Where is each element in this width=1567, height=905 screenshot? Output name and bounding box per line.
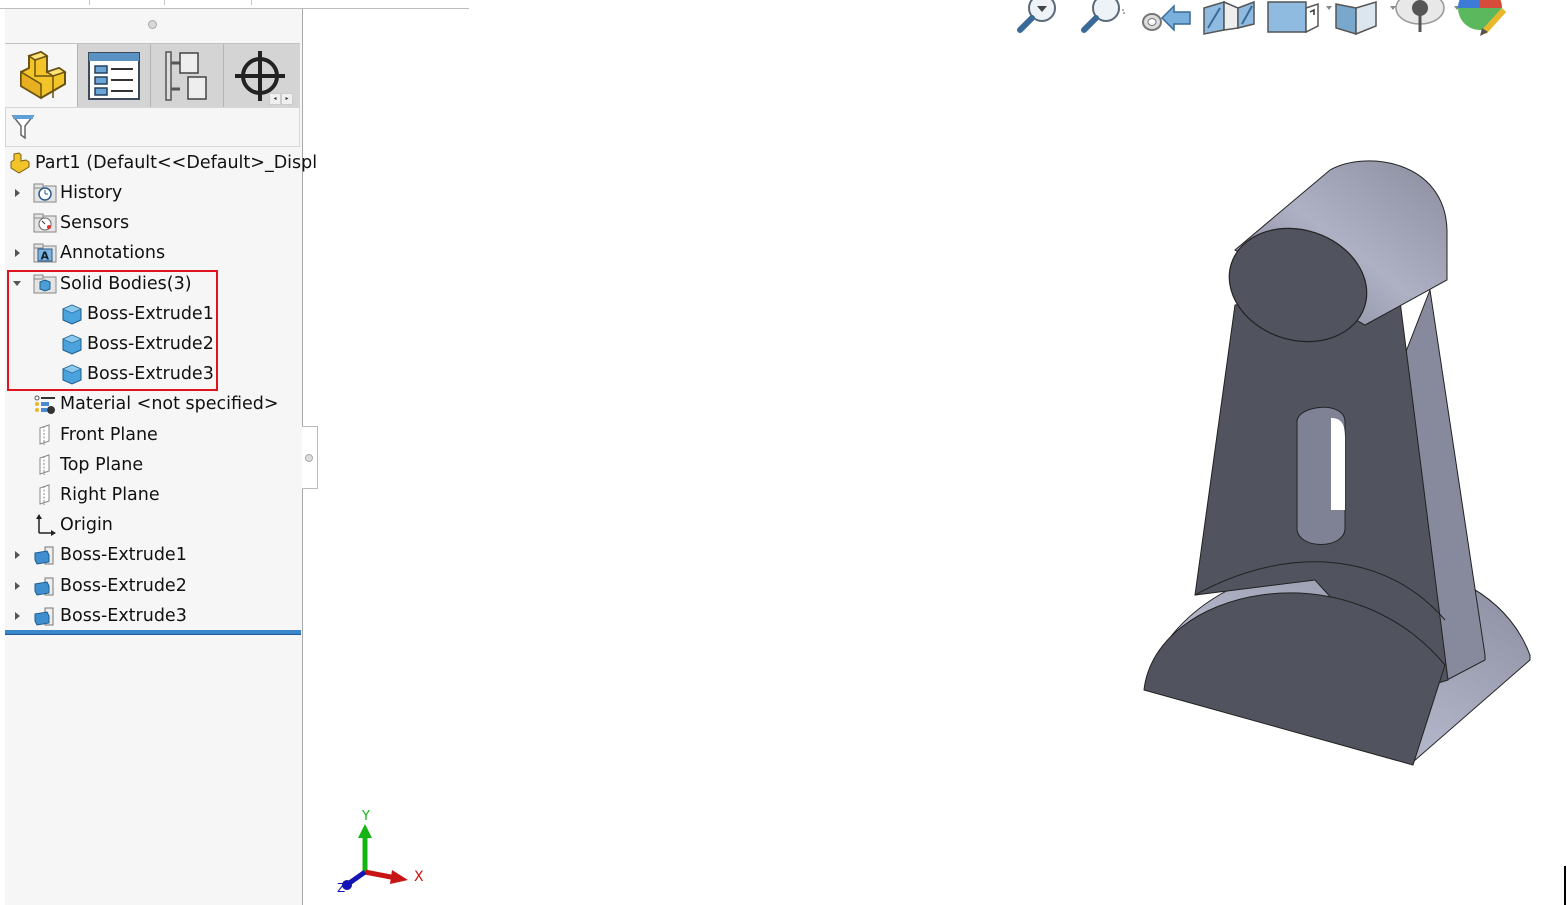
heads-up-view-toolbar <box>1010 0 1522 36</box>
expand-caret-right-icon[interactable] <box>15 189 20 197</box>
plane-icon <box>39 423 50 445</box>
section-view-icon <box>1203 0 1255 35</box>
expand-caret-right-icon[interactable] <box>15 551 20 560</box>
tree-item[interactable]: Right Plane <box>33 480 160 510</box>
tab-scroll-buttons: ◂ ▸ <box>269 93 293 105</box>
tab-strip-segment[interactable] <box>0 0 90 5</box>
zoom-to-fit-icon <box>1017 0 1056 33</box>
tree-item[interactable]: Front Plane <box>33 420 158 450</box>
display-style-icon <box>1335 0 1377 36</box>
triad-x-label: X <box>414 869 424 885</box>
triad-y-label: Y <box>361 809 370 824</box>
tree-root-label: Part1 (Default<<Default>_Displ <box>35 153 318 173</box>
zoom-to-fit-button[interactable] <box>1010 0 1066 36</box>
tree-item-label: History <box>60 183 123 203</box>
zoom-to-area-icon <box>1081 0 1125 33</box>
reference-triad: Y X Z <box>334 806 434 898</box>
tree-item-label: Boss-Extrude2 <box>60 575 187 596</box>
filter-bar[interactable] <box>5 107 300 147</box>
previous-view-icon <box>1142 4 1191 32</box>
history-folder-icon <box>33 183 57 203</box>
tab-strip-segment[interactable] <box>165 0 252 5</box>
window-tab-strip <box>0 0 469 9</box>
expand-caret-right-icon[interactable] <box>15 611 20 620</box>
extrude-feature-icon <box>34 546 54 565</box>
tree-item[interactable]: Origin <box>33 510 113 540</box>
svg-text:A: A <box>41 250 50 263</box>
panel-grip-handle[interactable] <box>148 20 157 29</box>
tree-item[interactable]: Boss-Extrude3 <box>15 601 187 631</box>
feature-manager-panel: ◂ ▸ Part1 (Default<<Default>_Displ Histo… <box>5 9 317 905</box>
edit-appearance-button[interactable] <box>1458 0 1514 36</box>
scroll-right-button[interactable]: ▸ <box>281 93 293 105</box>
tree-item[interactable]: Boss-Extrude1 <box>15 540 187 570</box>
tree-item[interactable]: Top Plane <box>33 450 143 480</box>
tab-configuration-manager[interactable] <box>151 44 224 107</box>
text-cursor <box>1564 866 1566 905</box>
tree-item-label: Origin <box>60 515 113 536</box>
plane-icon <box>39 454 50 475</box>
previous-view-button[interactable] <box>1138 0 1194 36</box>
tree-item-label: Annotations <box>60 243 166 264</box>
tab-property-manager[interactable] <box>78 44 151 107</box>
part-icon <box>10 152 30 174</box>
tree-item[interactable]: Sensors <box>33 208 129 238</box>
tree-item[interactable]: Material <not specified> <box>33 389 279 419</box>
rollback-bar[interactable] <box>5 630 301 635</box>
feature-manager-tabs: ◂ ▸ <box>5 43 300 108</box>
tree-item-label: Sensors <box>60 213 130 234</box>
section-view-button[interactable] <box>1202 0 1258 36</box>
part-icon <box>20 50 67 99</box>
origin-icon <box>36 514 56 537</box>
tree-item[interactable]: A Annotations <box>15 238 166 268</box>
tab-strip-segment[interactable] <box>90 0 165 5</box>
tree-item[interactable]: History <box>15 178 123 208</box>
expand-caret-right-icon[interactable] <box>15 581 20 590</box>
annotations-folder-icon: A <box>33 243 57 263</box>
filter-icon[interactable] <box>11 113 35 141</box>
tree-item-label: Right Plane <box>60 485 160 505</box>
hide-show-items-icon <box>1395 0 1445 32</box>
tree-item-label: Boss-Extrude3 <box>60 605 187 626</box>
tree-item[interactable]: Boss-Extrude2 <box>15 571 187 601</box>
tab-featuremanager-design-tree[interactable] <box>5 44 78 107</box>
extrude-feature-icon <box>34 607 54 626</box>
material-icon <box>34 395 55 415</box>
tree-item-label: Front Plane <box>60 424 158 445</box>
sensors-folder-icon <box>33 213 57 233</box>
zoom-to-area-button[interactable] <box>1074 0 1130 36</box>
panel-collapse-handle[interactable] <box>302 426 318 489</box>
expand-caret-right-icon[interactable] <box>15 249 20 258</box>
3d-model-viewport[interactable] <box>1135 150 1545 775</box>
display-style-button[interactable] <box>1330 0 1396 36</box>
extrude-feature-icon <box>34 577 54 596</box>
edit-appearance-icon <box>1458 0 1507 36</box>
scroll-left-button[interactable]: ◂ <box>269 93 281 105</box>
tree-root-part[interactable]: Part1 (Default<<Default>_Displ <box>8 148 317 178</box>
configuration-manager-icon <box>165 50 207 101</box>
tree-item-label: Boss-Extrude1 <box>60 545 187 566</box>
tree-item-label: Material <not specified> <box>60 394 279 415</box>
part-model-render[interactable] <box>1135 150 1545 775</box>
tree-item-label: Top Plane <box>60 454 144 475</box>
hide-show-items-button[interactable] <box>1394 0 1460 36</box>
triad-z-label: Z <box>337 881 345 895</box>
solid-bodies-highlight-box <box>7 270 218 391</box>
tab-dimxpert-manager[interactable]: ◂ ▸ <box>224 44 296 107</box>
view-orientation-icon <box>1267 1 1319 34</box>
plane-icon <box>39 484 50 505</box>
view-orientation-button[interactable] <box>1266 0 1332 36</box>
property-manager-icon <box>88 51 140 100</box>
